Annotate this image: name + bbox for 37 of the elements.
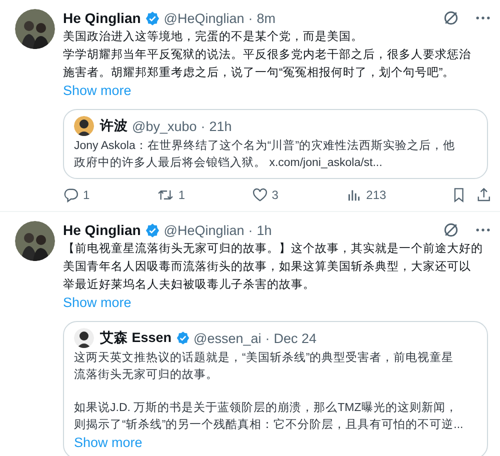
slashed-circle-icon[interactable] xyxy=(442,221,460,239)
post-time[interactable]: 8m xyxy=(256,10,276,26)
post-time: 21h xyxy=(209,118,232,134)
bar-chart-icon xyxy=(346,187,362,203)
handle[interactable]: @HeQinglian xyxy=(164,10,244,26)
quoted-post[interactable]: 艾森 Essen @essen_ai · Dec 24 这两天英文推热议的话题就是，“美国斩杀线”的典型受害者，前电视童星 流落街头无家可归的故事。 如果说J.D. 万斯的书是关于蓝领阶层的崩溃，那么TMZ曝光的这则新闻， 则揭示了“斩杀线”的另一个残酷真相：它不分阶层，且具有可怕的不可逆... Show more xyxy=(63,321,488,456)
heart-icon xyxy=(252,187,268,203)
share-icon[interactable] xyxy=(476,187,492,203)
post-time[interactable]: 1h xyxy=(256,222,272,238)
separator: · xyxy=(200,118,206,134)
avatar[interactable] xyxy=(15,221,55,261)
separator: · xyxy=(265,330,270,346)
quoted-post[interactable]: 许波 @by_xubo · 21h Jony Askola：在世界终结了这个名为“川普”的灾难性法西斯实验之后，他 政府中的许多人最后将会锒铛入狱。 x.com/joni_askola/st... xyxy=(63,109,488,179)
handle: @by_xubo xyxy=(132,118,197,134)
views-button[interactable]: 213 xyxy=(346,187,441,203)
post-text: 美国政治进入这等境地，完蛋的不是某个党，而是美国。 学学胡耀邦当年平反冤狱的说法。平反很多党内老干部之后，很多人要求惩治 施害者。胡耀邦郑重考虑之后，说了一句“冤冤相报何时了，划个句号吧”。 xyxy=(63,29,472,81)
post-time: Dec 24 xyxy=(274,330,317,346)
separator: · xyxy=(248,10,253,26)
repost-button[interactable]: 1 xyxy=(157,187,252,203)
quote-text: 这两天英文推热议的话题就是，“美国斩杀线”的典型受害者，前电视童星 流落街头无家可归的故事。 xyxy=(74,350,455,383)
speech-bubble-icon xyxy=(63,187,79,203)
avatar xyxy=(74,116,94,136)
handle[interactable]: @HeQinglian xyxy=(164,222,244,238)
quote-text: Jony Askola：在世界终结了这个名为“川普”的灾难性法西斯实验之后，他 政府中的许多人最后将会锒铛入狱。 x.com/joni_askola/st... xyxy=(74,138,456,171)
quote-text: 如果说J.D. 万斯的书是关于蓝领阶层的崩溃，那么TMZ曝光的这则新闻， 则揭示了“斩杀线”的另一个残酷真相：它不分阶层，且具有可怕的不可逆... xyxy=(74,400,464,433)
avatar[interactable] xyxy=(15,9,55,49)
handle: @essen_ai xyxy=(194,330,262,346)
separator: · xyxy=(248,222,253,238)
author-name: 艾森 Essen xyxy=(100,329,172,347)
slashed-circle-icon[interactable] xyxy=(442,9,460,27)
author-name[interactable]: He Qinglian xyxy=(63,222,141,238)
avatar xyxy=(74,328,94,348)
reply-button[interactable]: 1 xyxy=(63,187,158,203)
post-text: 【前电视童星流落街头无家可归的故事。】这个故事，其实就是一个前途大好的 美国青年名人因吸毒而流落街头的故事，如果这算美国斩杀典型，大家还可以 举最近好莱坞名人夫妇被吸毒儿子杀害的故事。 xyxy=(63,241,484,293)
like-button[interactable]: 3 xyxy=(252,187,346,203)
author-name: 许波 xyxy=(100,117,128,135)
author-name[interactable]: He Qinglian xyxy=(63,10,141,26)
